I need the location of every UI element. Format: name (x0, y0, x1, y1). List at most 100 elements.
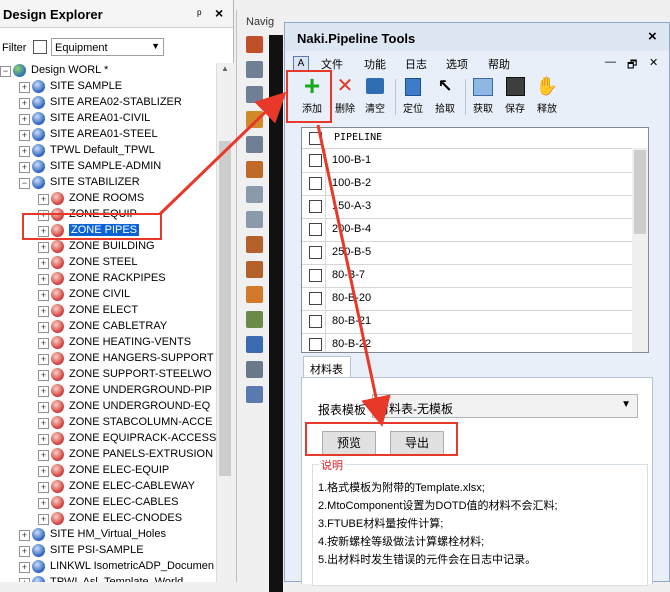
update-icon[interactable] (246, 311, 263, 328)
expand-icon[interactable]: + (19, 98, 30, 109)
scroll-thumb[interactable] (219, 141, 231, 476)
clear-button[interactable]: 清空 (360, 74, 390, 120)
select-all-checkbox[interactable] (309, 132, 322, 145)
tab-material-list[interactable]: 材料表 (303, 356, 351, 379)
table-row[interactable]: 80-B-22 (302, 333, 632, 352)
expand-icon[interactable]: + (19, 130, 30, 141)
locate-button[interactable]: 定位 (398, 74, 428, 120)
table-row[interactable]: 100-B-1 (302, 149, 632, 173)
collapse-icon[interactable]: − (19, 178, 30, 189)
zone-icon (51, 480, 64, 493)
axes-icon[interactable] (246, 336, 263, 353)
tree-scrollbar[interactable]: ▲ (216, 63, 234, 582)
expand-icon[interactable]: + (38, 402, 49, 413)
expand-icon[interactable]: + (38, 482, 49, 493)
zoom-icon[interactable] (246, 61, 263, 78)
pick-button[interactable]: ↖ 拾取 (430, 74, 460, 120)
minimize-icon[interactable]: — (605, 56, 616, 68)
expand-icon[interactable]: + (38, 194, 49, 205)
expand-icon[interactable]: + (38, 450, 49, 461)
zoom-in-icon[interactable] (246, 136, 263, 153)
expand-icon[interactable]: + (38, 338, 49, 349)
expand-icon[interactable]: + (38, 386, 49, 397)
table-row[interactable]: 80-B-7 (302, 264, 632, 288)
window-icon[interactable] (246, 386, 263, 403)
row-checkbox[interactable] (309, 223, 322, 236)
expand-icon[interactable]: + (38, 466, 49, 477)
naki-titlebar: Naki.Pipeline Tools × (285, 23, 669, 51)
expand-icon[interactable]: + (38, 370, 49, 381)
expand-icon[interactable]: + (19, 562, 30, 573)
expand-icon[interactable]: + (19, 578, 30, 582)
filter-checkbox[interactable] (33, 40, 47, 54)
move-icon[interactable] (246, 186, 263, 203)
expand-icon[interactable]: + (38, 242, 49, 253)
row-checkbox[interactable] (309, 154, 322, 167)
navigator-title: Navig (246, 16, 275, 28)
annotation-box-zone (22, 213, 162, 240)
clip-icon[interactable] (246, 361, 263, 378)
delete-label: 删除 (335, 104, 355, 115)
table-row[interactable]: 200-B-4 (302, 218, 632, 242)
expand-icon[interactable]: + (38, 418, 49, 429)
zoom-out-icon[interactable] (246, 86, 263, 103)
release-button[interactable]: ✋ 释放 (532, 74, 562, 120)
expand-icon[interactable]: + (38, 514, 49, 525)
grid-scrollbar[interactable] (632, 148, 648, 352)
close-icon[interactable]: × (648, 28, 657, 45)
row-checkbox[interactable] (309, 338, 322, 351)
expand-icon[interactable]: + (38, 290, 49, 301)
expand-icon[interactable]: + (19, 530, 30, 541)
get-button[interactable]: 获取 (468, 74, 498, 120)
orbit-icon[interactable] (246, 111, 263, 128)
table-row[interactable]: 80-B-21 (302, 310, 632, 334)
navigate-icon[interactable] (246, 36, 263, 53)
table-row[interactable]: 150-A-3 (302, 195, 632, 219)
expand-icon[interactable]: + (19, 82, 30, 93)
filter-combo[interactable]: Equipment ▼ (51, 38, 164, 56)
section-icon[interactable] (246, 286, 263, 303)
center-icon[interactable] (246, 261, 263, 278)
toolbar: + 添加 ✕ 删除 清空 定位 ↖ 拾取 获取 保存 ✋ 释放 (285, 72, 669, 123)
collapse-icon[interactable]: − (0, 66, 11, 77)
row-checkbox[interactable] (309, 315, 322, 328)
pin-icon[interactable]: ᵖ (197, 7, 202, 21)
delete-button[interactable]: ✕ 删除 (330, 74, 360, 120)
report-template-combo[interactable]: 材料表-无模板 ▼ (372, 394, 638, 418)
expand-icon[interactable]: + (19, 114, 30, 125)
row-checkbox[interactable] (309, 246, 322, 259)
expand-icon[interactable]: + (38, 274, 49, 285)
tree-item-label: TPWL Default_TPWL (50, 144, 155, 156)
close-icon[interactable]: × (215, 5, 223, 21)
expand-icon[interactable]: + (19, 162, 30, 173)
table-row[interactable]: 100-B-2 (302, 172, 632, 196)
menu-options[interactable]: 选项 (446, 56, 468, 72)
walk-icon[interactable] (246, 211, 263, 228)
look-icon[interactable] (246, 236, 263, 253)
expand-icon[interactable]: + (19, 546, 30, 557)
row-checkbox[interactable] (309, 292, 322, 305)
expand-icon[interactable]: + (38, 498, 49, 509)
scroll-up-icon[interactable]: ▲ (221, 64, 229, 73)
menu-log[interactable]: 日志 (405, 56, 427, 72)
row-checkbox[interactable] (309, 200, 322, 213)
menu-function[interactable]: 功能 (364, 56, 386, 72)
grid-scroll-thumb[interactable] (634, 150, 646, 234)
menu-help[interactable]: 帮助 (488, 56, 510, 72)
table-row[interactable]: 250-B-5 (302, 241, 632, 265)
table-row[interactable]: 80-B-20 (302, 287, 632, 311)
save-button[interactable]: 保存 (500, 74, 530, 120)
expand-icon[interactable]: + (38, 306, 49, 317)
expand-icon[interactable]: + (38, 258, 49, 269)
tree-item-label: TPWL Asl_Template_World (50, 576, 184, 582)
column-divider (325, 287, 326, 310)
expand-icon[interactable]: + (38, 322, 49, 333)
expand-icon[interactable]: + (38, 354, 49, 365)
expand-icon[interactable]: + (19, 146, 30, 157)
row-checkbox[interactable] (309, 177, 322, 190)
close-icon[interactable]: ✕ (649, 56, 658, 69)
row-checkbox[interactable] (309, 269, 322, 282)
pipeline-name: 80-B-22 (332, 338, 372, 350)
refresh-icon[interactable] (246, 161, 263, 178)
expand-icon[interactable]: + (38, 434, 49, 445)
